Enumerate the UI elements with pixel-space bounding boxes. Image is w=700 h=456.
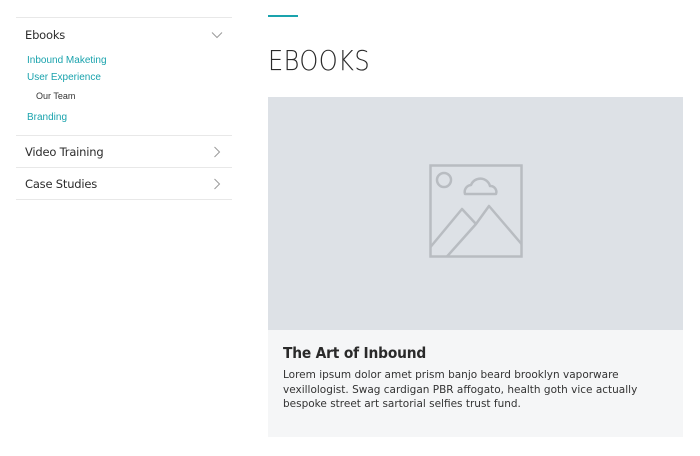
card-image	[268, 97, 683, 330]
card-body: The Art of Inbound Lorem ipsum dolor ame…	[268, 330, 683, 412]
sidebar-item-user-experience[interactable]: User Experience	[27, 69, 232, 86]
image-placeholder-icon	[428, 164, 523, 263]
ebook-card[interactable]: The Art of Inbound Lorem ipsum dolor ame…	[268, 97, 683, 437]
sidebar-subitems: Inbound Maketing User Experience Our Tea…	[16, 52, 232, 135]
chevron-right-icon[interactable]	[211, 146, 223, 158]
sidebar-item-our-team[interactable]: Our Team	[27, 88, 232, 105]
sidebar-section-ebooks: Ebooks Inbound Maketing User Experience …	[16, 18, 232, 136]
chevron-right-icon[interactable]	[211, 178, 223, 190]
sidebar-section-case-studies-header[interactable]: Case Studies	[16, 168, 232, 199]
sidebar-section-video-training[interactable]: Video Training	[16, 136, 232, 168]
title-accent-bar	[268, 15, 298, 17]
sidebar-section-label: Video Training	[25, 144, 104, 159]
page-title: EBOOKS	[268, 44, 371, 77]
card-description: Lorem ipsum dolor amet prism banjo beard…	[283, 369, 638, 410]
chevron-down-icon[interactable]	[211, 29, 223, 41]
sidebar-section-ebooks-header[interactable]: Ebooks	[16, 18, 232, 52]
sidebar-section-label: Case Studies	[25, 176, 98, 191]
sidebar-section-label: Ebooks	[25, 28, 66, 42]
sidebar: Ebooks Inbound Maketing User Experience …	[16, 17, 232, 200]
card-title[interactable]: The Art of Inbound	[283, 344, 637, 362]
sidebar-item-branding[interactable]: Branding	[27, 109, 232, 126]
sidebar-section-case-studies[interactable]: Case Studies	[16, 168, 232, 200]
sidebar-section-video-training-header[interactable]: Video Training	[16, 136, 232, 167]
sidebar-item-inbound-maketing[interactable]: Inbound Maketing	[27, 52, 232, 69]
